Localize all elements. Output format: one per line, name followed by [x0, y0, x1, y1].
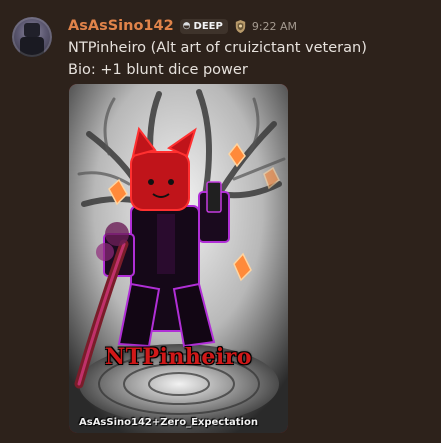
image-attachment[interactable]: NTPinheiro AsAsSino142+Zero_Expectation	[69, 84, 288, 433]
user-avatar[interactable]	[12, 17, 52, 57]
message-timestamp: 9:22 AM	[251, 19, 298, 33]
clan-tag-icon: ◓	[182, 21, 191, 31]
avatar-ring	[12, 17, 52, 57]
attachment-artwork	[69, 84, 288, 433]
chat-message: AsAsSino142 ◓ DEEP 9:22 AM NTPinheiro (A…	[0, 0, 441, 443]
message-text-line: NTPinheiro (Alt art of cruizictant veter…	[68, 40, 367, 56]
artwork-credit: AsAsSino142+Zero_Expectation	[79, 417, 258, 428]
username[interactable]: AsAsSino142	[68, 18, 174, 34]
clan-tag-label: DEEP	[193, 20, 223, 32]
crest-badge-icon[interactable]	[233, 19, 248, 34]
clan-tag[interactable]: ◓ DEEP	[179, 18, 228, 34]
artwork-title: NTPinheiro	[105, 344, 252, 370]
message-header: AsAsSino142 ◓ DEEP 9:22 AM	[68, 16, 297, 36]
message-text-line: Bio: +1 blunt dice power	[68, 62, 248, 78]
